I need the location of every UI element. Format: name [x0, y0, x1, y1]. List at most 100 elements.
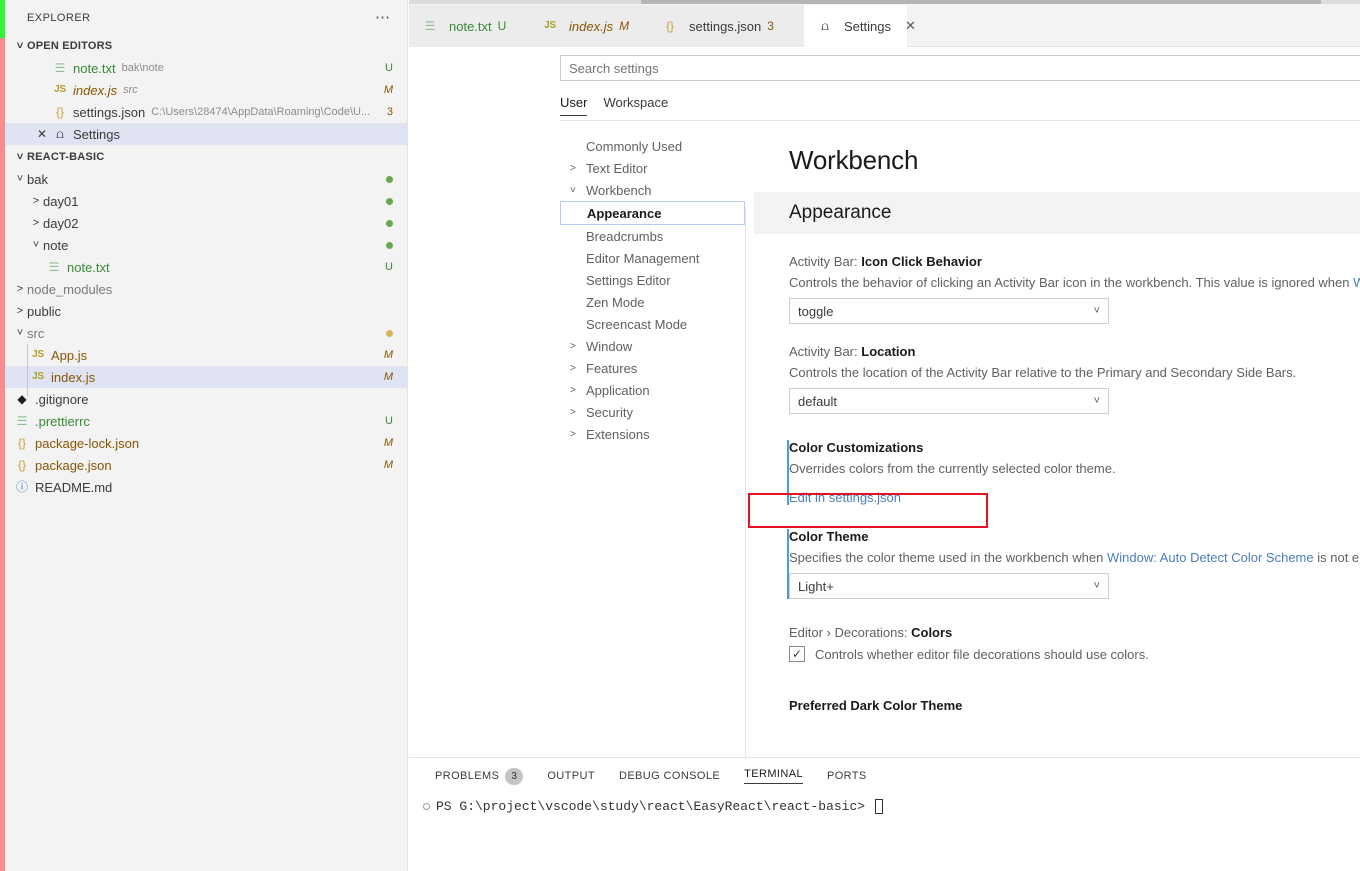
- tree-folder-item[interactable]: ˅ src: [5, 322, 407, 344]
- open-editors-section-header[interactable]: ˅ OPEN EDITORS: [5, 35, 407, 57]
- setting-title: Activity Bar: Icon Click Behavior: [789, 254, 1360, 269]
- close-icon[interactable]: ✕: [905, 18, 916, 34]
- tab-status-badge: M: [619, 19, 630, 33]
- chevron-down-icon[interactable]: ˅: [570, 185, 586, 196]
- toc-item-breadcrumbs[interactable]: Breadcrumbs: [560, 225, 745, 247]
- top-scrollbar-thumb[interactable]: [641, 0, 1321, 4]
- dropdown-value: default: [798, 393, 838, 409]
- file-status-badge: 3: [386, 106, 393, 118]
- chevron-down-icon[interactable]: ˅: [29, 239, 43, 251]
- toc-item-text-editor[interactable]: ˃ Text Editor: [560, 157, 745, 179]
- panel-tab-label: OUTPUT: [547, 770, 595, 782]
- ellipsis-icon[interactable]: ⋯: [375, 10, 391, 25]
- setting-description-link[interactable]: Wo: [1353, 275, 1360, 290]
- project-section-header[interactable]: ˅ REACT-BASIC: [5, 146, 407, 168]
- toc-item-label: Appearance: [587, 205, 662, 221]
- tab-status-badge: U: [497, 19, 507, 33]
- edit-in-settings-json-link[interactable]: Edit in settings.json: [789, 490, 1360, 505]
- toc-item-screencast-mode[interactable]: Screencast Mode: [560, 313, 745, 335]
- tree-folder-item[interactable]: ˅ bak: [5, 168, 407, 190]
- tree-file-item[interactable]: ◆ .gitignore: [5, 388, 407, 410]
- editor-tab-settings-json[interactable]: {} settings.json 3: [649, 5, 804, 47]
- open-editor-item[interactable]: ☰ note.txt bak\note U: [5, 57, 407, 79]
- chevron-right-icon[interactable]: ˃: [29, 217, 43, 229]
- settings-scope-tab-user[interactable]: User: [560, 95, 588, 116]
- setting-title-key: Preferred Dark Color Theme: [789, 698, 963, 713]
- open-editor-item[interactable]: {} settings.json C:\Users\28474\AppData\Ro…: [5, 101, 407, 123]
- toc-item-label: Workbench: [586, 182, 652, 198]
- tree-file-item[interactable]: JS App.js M: [5, 344, 407, 366]
- settings-table-of-contents: Commonly Used ˃ Text Editor ˅ Workbench Appea…: [560, 135, 745, 445]
- js-file-icon: JS: [32, 371, 44, 382]
- open-editor-path: src: [123, 84, 138, 96]
- tree-folder-item[interactable]: ˃ day02: [5, 212, 407, 234]
- chevron-right-icon[interactable]: ˃: [13, 283, 27, 295]
- tree-item-label: note: [43, 237, 69, 253]
- tree-folder-item[interactable]: ˅ note: [5, 234, 407, 256]
- terminal-status-icon: [423, 803, 430, 810]
- chevron-right-icon[interactable]: ˃: [29, 195, 43, 207]
- open-editor-item[interactable]: ✕ ⩍ Settings: [5, 123, 407, 145]
- settings-editor: UserWorkspace Commonly Used˃Text Editor˅…: [409, 47, 1360, 757]
- toc-item-zen-mode[interactable]: Zen Mode: [560, 291, 745, 313]
- setting-checkbox-row[interactable]: ✓ Controls whether editor file decoratio…: [789, 646, 1360, 662]
- terminal-line[interactable]: PS G:\project\vscode\study\react\EasyRea…: [409, 799, 1360, 814]
- tree-file-item[interactable]: ☰ .prettierrc U: [5, 410, 407, 432]
- checkmark-icon[interactable]: ✓: [789, 646, 805, 662]
- setting-dropdown-color-theme[interactable]: Light+ ˅: [789, 573, 1109, 599]
- toc-item-window[interactable]: ˃ Window: [560, 335, 745, 357]
- setting-dropdown-activity-bar-location[interactable]: default ˅: [789, 388, 1109, 414]
- toc-item-label: Breadcrumbs: [586, 228, 664, 244]
- tree-file-item[interactable]: {} package-lock.json M: [5, 432, 407, 454]
- toc-item-application[interactable]: ˃ Application: [560, 379, 745, 401]
- toc-item-extensions[interactable]: ˃ Extensions: [560, 423, 745, 445]
- toc-item-appearance[interactable]: Appearance: [560, 201, 745, 225]
- chevron-right-icon[interactable]: ˃: [570, 163, 586, 174]
- chevron-down-icon[interactable]: ˅: [13, 327, 27, 339]
- chevron-right-icon[interactable]: ˃: [570, 385, 586, 396]
- toc-item-settings-editor[interactable]: Settings Editor: [560, 269, 745, 291]
- tree-folder-item[interactable]: ˃ public: [5, 300, 407, 322]
- tree-folder-item[interactable]: ˃ node_modules: [5, 278, 407, 300]
- toc-item-label: Extensions: [586, 426, 650, 442]
- setting-description-link[interactable]: Window: Auto Detect Color Scheme: [1107, 550, 1314, 565]
- setting-dropdown-activity-bar-icon-click[interactable]: toggle ˅: [789, 298, 1109, 324]
- search-input[interactable]: [560, 55, 1360, 81]
- panel-tab-debug-console[interactable]: DEBUG CONSOLE: [607, 758, 732, 794]
- tree-file-item[interactable]: ☰ note.txt U: [5, 256, 407, 278]
- settings-scope-tab-workspace[interactable]: Workspace: [603, 95, 668, 115]
- panel-tab-terminal[interactable]: TERMINAL: [732, 758, 815, 794]
- setting-description: Overrides colors from the currently sele…: [789, 461, 1116, 476]
- tree-file-item[interactable]: ⓘ README.md: [5, 476, 407, 498]
- tree-file-item[interactable]: {} package.json M: [5, 454, 407, 476]
- editor-tab-settings[interactable]: ⩍ Settings ✕: [804, 5, 916, 47]
- chevron-right-icon[interactable]: ˃: [570, 407, 586, 418]
- panel-tab-output[interactable]: OUTPUT: [535, 758, 607, 794]
- chevron-right-icon[interactable]: ˃: [570, 429, 586, 440]
- explorer-sidebar: EXPLORER ⋯ ˅ OPEN EDITORS ☰ note.txt bak\n…: [5, 0, 408, 871]
- toc-item-features[interactable]: ˃ Features: [560, 357, 745, 379]
- tree-file-item[interactable]: JS index.js M: [5, 366, 407, 388]
- setting-title: Editor › Decorations: Colors: [789, 625, 1360, 640]
- settings-gear-icon: ⩍: [56, 127, 64, 141]
- setting-title-prefix: Activity Bar:: [789, 344, 862, 359]
- editor-tab-index-js[interactable]: JS index.js M: [529, 5, 649, 47]
- sidebar-bottom-fill: [5, 757, 408, 871]
- chevron-down-icon[interactable]: ˅: [13, 173, 27, 185]
- chevron-right-icon[interactable]: ˃: [570, 341, 586, 352]
- panel-tab-problems[interactable]: PROBLEMS 3: [423, 758, 535, 794]
- tree-item-label: public: [27, 303, 61, 319]
- setting-title-key: Location: [861, 344, 916, 359]
- chevron-right-icon[interactable]: ˃: [13, 305, 27, 317]
- editor-tab-note-txt[interactable]: ☰ note.txt U: [409, 5, 529, 47]
- panel-tab-ports[interactable]: PORTS: [815, 758, 879, 794]
- tree-folder-item[interactable]: ˃ day01: [5, 190, 407, 212]
- chevron-right-icon[interactable]: ˃: [570, 363, 586, 374]
- toc-item-security[interactable]: ˃ Security: [560, 401, 745, 423]
- dropdown-value: Light+: [798, 578, 834, 594]
- open-editor-item[interactable]: JS index.js src M: [5, 79, 407, 101]
- toc-item-workbench[interactable]: ˅ Workbench: [560, 179, 745, 201]
- close-icon[interactable]: ✕: [33, 127, 51, 141]
- toc-item-editor-management[interactable]: Editor Management: [560, 247, 745, 269]
- toc-item-commonly-used[interactable]: Commonly Used: [560, 135, 745, 157]
